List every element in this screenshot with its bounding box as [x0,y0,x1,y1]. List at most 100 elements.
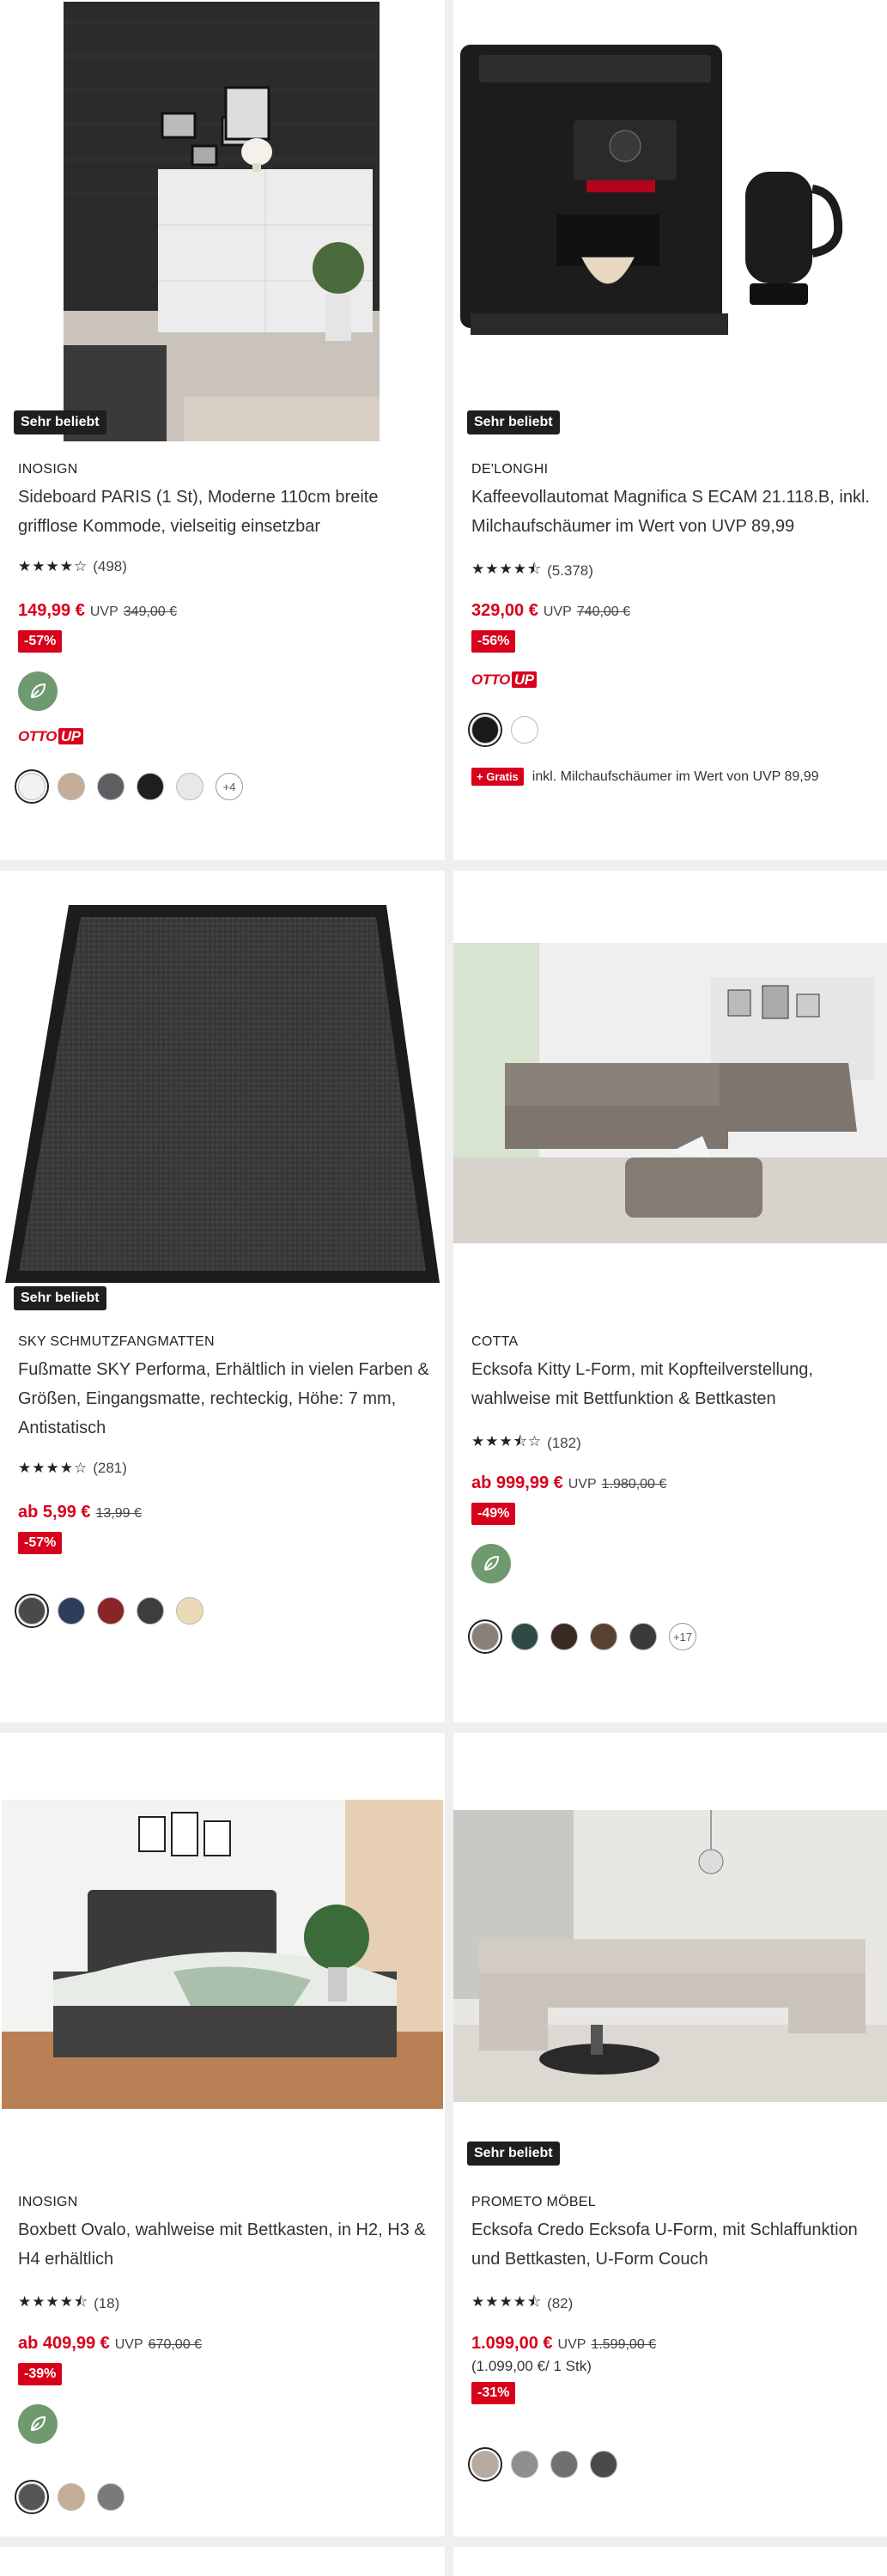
color-swatch[interactable] [15,1594,49,1628]
color-swatch[interactable] [137,1597,164,1625]
product-title[interactable]: Sideboard PARIS (1 St), Moderne 110cm br… [18,483,429,541]
color-swatches [468,713,538,747]
uvp-label: UVP [114,2337,143,2352]
color-swatch[interactable] [176,773,204,800]
current-price: ab 409,99 € [18,2334,110,2353]
color-swatches [15,1594,204,1628]
rating-count: (498) [93,558,127,574]
rating-count: (5.378) [547,562,593,579]
color-swatch[interactable] [15,2480,49,2514]
color-swatch[interactable] [176,1597,204,1625]
price-row: ab 409,99 € UVP 670,00 € [18,2334,202,2354]
product-image-boxspring-bed[interactable] [2,1800,443,2109]
product-rating[interactable]: ★★★★⯪ (18) [18,2291,119,2316]
color-swatch[interactable] [629,1623,657,1650]
product-brand: SKY SCHMUTZFANGMATTEN [18,1334,215,1349]
color-swatches: +17 [468,1619,696,1654]
product-title[interactable]: Boxbett Ovalo, wahlweise mit Bettkasten,… [18,2215,429,2274]
product-rating[interactable]: ★★★★☆ (498) [18,558,127,575]
color-swatch[interactable] [97,773,125,800]
uvp-price: 349,00 € [123,605,178,619]
color-swatch[interactable] [97,2483,125,2511]
product-card-next-right[interactable] [453,2547,887,2576]
gratis-offer: + Gratis inkl. Milchaufschäumer im Wert … [471,768,819,786]
uvp-label: UVP [89,605,118,619]
star-rating-icon: ★★★★⯪ [471,561,543,577]
discount-badge: -31% [471,2382,516,2404]
discount-badge: -57% [18,630,63,653]
color-swatch[interactable] [590,2451,617,2478]
product-rating[interactable]: ★★★★☆ (281) [18,1460,127,1477]
product-card-boxspring-bed[interactable]: INOSIGN Boxbett Ovalo, wahlweise mit Bet… [0,1733,445,2537]
star-rating-icon: ★★★⯪☆ [471,1433,543,1449]
product-rating[interactable]: ★★★★⯪ (5.378) [471,558,593,583]
unit-price: (1.099,00 €/ 1 Stk) [471,2358,592,2374]
color-swatch[interactable] [468,2447,502,2482]
star-rating-icon: ★★★★☆ [18,1460,88,1476]
leaf-eco-icon [18,2404,58,2444]
otto-up-logo: OTTO UP [18,728,83,745]
color-swatch[interactable] [511,716,538,744]
color-swatch[interactable] [550,1623,578,1650]
product-brand: DE'LONGHI [471,462,549,477]
uvp-price: 1.980,00 € [601,1477,667,1492]
color-swatches [468,2447,617,2482]
star-rating-icon: ★★★★⯪ [471,2293,543,2310]
color-swatches [15,2480,125,2514]
color-swatch[interactable] [58,773,85,800]
uvp-price: 1.599,00 € [591,2337,657,2352]
color-swatch[interactable] [468,1619,502,1654]
product-card-sideboard[interactable]: Sehr beliebt INOSIGN Sideboard PARIS (1 … [0,0,445,860]
color-swatch[interactable] [137,773,164,800]
star-rating-icon: ★★★★⯪ [18,2293,89,2310]
color-swatch[interactable] [58,1597,85,1625]
gratis-text: inkl. Milchaufschäumer im Wert von UVP 8… [532,769,819,784]
current-price: 149,99 € [18,601,85,620]
more-colors-button[interactable]: +4 [216,773,243,800]
product-rating[interactable]: ★★★⯪☆ (182) [471,1431,581,1455]
color-swatch[interactable] [511,1623,538,1650]
product-card-next-left[interactable] [0,2547,445,2576]
product-brand: COTTA [471,1334,519,1349]
uvp-price: 670,00 € [148,2337,202,2352]
product-image-corner-sofa-kitty[interactable] [453,943,887,1243]
product-rating[interactable]: ★★★★⯪ (82) [471,2291,573,2316]
product-image-doormat[interactable] [0,871,445,1300]
color-swatch[interactable] [511,2451,538,2478]
price-row: ab 999,99 € UVP 1.980,00 € [471,1473,666,1493]
color-swatch[interactable] [590,1623,617,1650]
product-card-corner-sofa-credo[interactable]: Sehr beliebt PROMETO MÖBEL Ecksofa Credo… [453,1733,887,2537]
uvp-label: UVP [557,2337,586,2352]
more-colors-button[interactable]: +17 [669,1623,696,1650]
color-swatch[interactable] [550,2451,578,2478]
product-title[interactable]: Fußmatte SKY Performa, Erhältlich in vie… [18,1355,429,1443]
discount-badge: -49% [471,1503,516,1525]
product-brand: INOSIGN [18,462,78,477]
popular-badge: Sehr beliebt [467,410,560,434]
current-price: 329,00 € [471,601,538,620]
product-image-sideboard[interactable] [64,2,380,441]
discount-badge: -56% [471,630,516,653]
current-price: ab 999,99 € [471,1473,563,1492]
color-swatch[interactable] [468,713,502,747]
star-rating-icon: ★★★★☆ [18,558,88,574]
leaf-eco-icon [471,1544,511,1583]
color-swatch[interactable] [97,1597,125,1625]
color-swatch[interactable] [15,769,49,804]
product-title[interactable]: Ecksofa Kitty L-Form, mit Kopfteilverste… [471,1355,872,1413]
product-title[interactable]: Ecksofa Credo Ecksofa U-Form, mit Schlaf… [471,2215,872,2274]
rating-count: (82) [547,2294,574,2312]
rating-count: (281) [93,1460,127,1476]
color-swatches: +4 [15,769,243,804]
product-card-coffee-machine[interactable]: Sehr beliebt DE'LONGHI Kaffeevollautomat… [453,0,887,860]
popular-badge: Sehr beliebt [14,1286,106,1310]
discount-badge: -57% [18,1532,63,1554]
product-card-corner-sofa-kitty[interactable]: COTTA Ecksofa Kitty L-Form, mit Kopfteil… [453,871,887,1722]
product-image-corner-sofa-credo[interactable] [453,1810,887,2102]
product-card-doormat[interactable]: Sehr beliebt SKY SCHMUTZFANGMATTEN Fußma… [0,871,445,1722]
product-image-coffee-machine[interactable] [453,0,887,441]
popular-badge: Sehr beliebt [14,410,106,434]
color-swatch[interactable] [58,2483,85,2511]
product-title[interactable]: Kaffeevollautomat Magnifica S ECAM 21.11… [471,483,872,541]
price-row: 329,00 € UVP 740,00 € [471,601,630,621]
